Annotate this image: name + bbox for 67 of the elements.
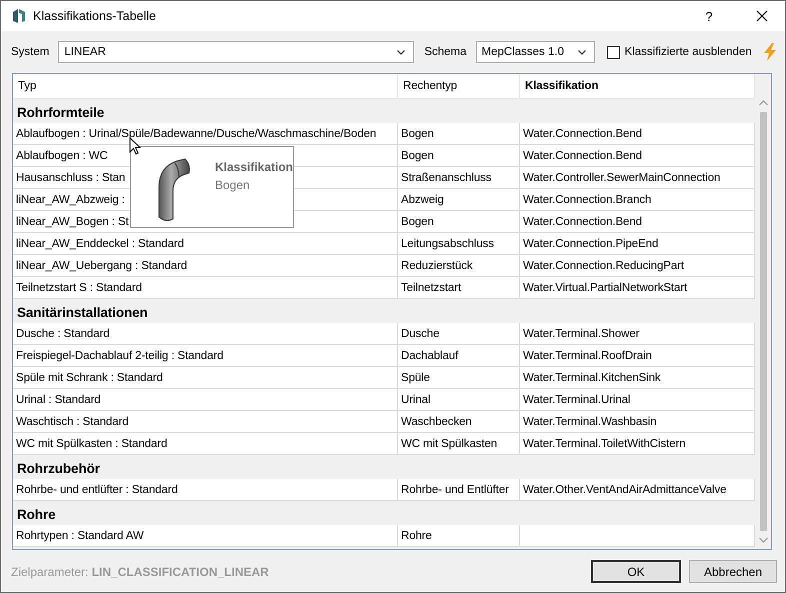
table-cell: Rohrtypen : Standard AW [13,525,398,546]
checkbox[interactable] [606,46,620,58]
table-cell: Water.Terminal.Urinal [520,389,755,410]
table-cell: Teilnetzstart [398,277,520,298]
table-cell: Bogen [398,211,520,232]
table-cell: Water.Terminal.ToiletWithCistern [520,433,755,454]
system-dropdown[interactable]: LINEAR [58,41,414,63]
close-icon[interactable] [756,10,768,22]
table-cell: Spüle mit Schrank : Standard [13,367,398,388]
table-cell: Dusche [398,323,520,344]
app-logo-icon [13,9,25,23]
group-header: Sanitärinstallationen [17,305,148,320]
table-cell: Reduzierstück [398,255,520,276]
table-cell: Water.Terminal.RoofDrain [520,345,755,366]
system-label: System [11,46,50,58]
table-cell: liNear_AW_Uebergang : Standard [13,255,398,276]
table-cell: Water.Terminal.KitchenSink [520,367,755,388]
group-header: Rohre [17,507,56,522]
table-cell: Urinal [398,389,520,410]
table-cell: Dusche : Standard [13,323,398,344]
schema-dropdown[interactable]: MepClasses 1.0 [476,41,595,63]
table-cell: Bogen [398,123,520,144]
pipe-bend-icon [157,157,193,221]
table-cell: Leitungsabschluss [398,233,520,254]
table-cell: Rohre [398,525,520,546]
table-cell: Water.Other.VentAndAirAdmittanceValve [520,479,755,500]
table-cell: Spüle [398,367,520,388]
table-cell: Urinal : Standard [13,389,398,410]
table-cell: WC mit Spülkasten : Standard [13,433,398,454]
table-cell: Water.Terminal.Shower [520,323,755,344]
table-cell: Teilnetzstart S : Standard [13,277,398,298]
lightning-icon[interactable] [762,43,777,61]
table-cell: Water.Terminal.Washbasin [520,411,755,432]
table-cell: Abzweig [398,189,520,210]
schema-label: Schema [424,46,467,58]
table-cell: Water.Connection.Bend [520,123,755,144]
column-header[interactable]: Klassifikation [520,74,755,98]
window-title: Klassifikations-Tabelle [33,9,157,23]
table-cell: Water.Controller.SewerMainConnection [520,167,755,188]
table-cell: Water.Connection.Bend [520,211,755,232]
table-cell: Water.Connection.PipeEnd [520,233,755,254]
target-parameter: Zielparameter: LIN_CLASSIFICATION_LINEAR [11,564,270,578]
cancel-button[interactable]: Abbrechen [689,560,777,583]
checkbox-label: Klassifizierte ausblenden [624,46,752,58]
table-cell: Water.Connection.ReducingPart [520,255,755,276]
table-cell: Waschtisch : Standard [13,411,398,432]
table-cell: Water.Virtual.PartialNetworkStart [520,277,755,298]
table-cell: Rohrbe- und entlüfter : Standard [13,479,398,500]
table-cell: Water.Connection.Bend [520,145,755,166]
column-header[interactable]: Typ [13,74,398,98]
table-cell: Rohrbe- und Entlüfter [398,479,520,500]
help-button[interactable]: ? [687,8,731,24]
table-cell: Straßenanschluss [398,167,520,188]
table-cell: Dachablauf [398,345,520,366]
table-cell: Bogen [398,145,520,166]
scrollbar-thumb[interactable] [760,112,766,531]
scroll-up-icon[interactable] [758,100,768,106]
column-header[interactable]: Rechentyp [398,74,520,98]
scroll-down-icon[interactable] [758,537,768,543]
group-header: Rohrzubehör [17,461,100,476]
table-cell: Waschbecken [398,411,520,432]
ok-button[interactable]: OK [591,560,681,583]
table-cell: liNear_AW_Enddeckel : Standard [13,233,398,254]
table-cell: Freispiegel-Dachablauf 2-teilig : Standard [13,345,398,366]
group-header: Rohrformteile [17,105,104,120]
table-cell: Water.Connection.Branch [520,189,755,210]
table-cell: WC mit Spülkasten [398,433,520,454]
